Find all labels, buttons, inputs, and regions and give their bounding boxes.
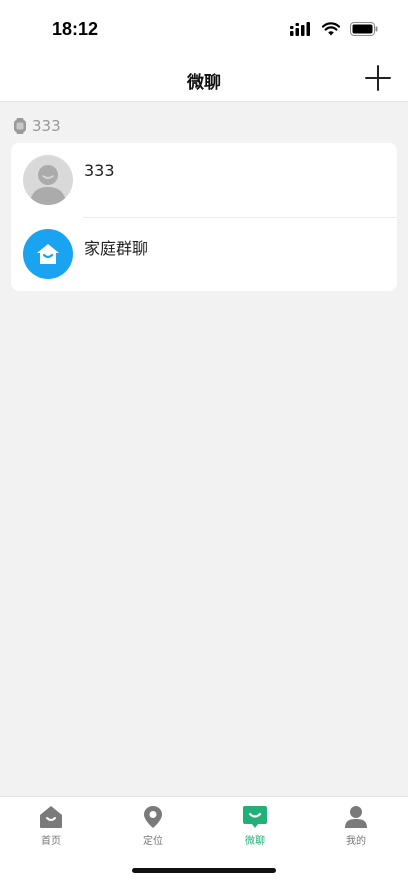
wifi-icon (322, 22, 340, 36)
chat-list: 333 家庭群聊 (11, 143, 397, 291)
device-name: 333 (32, 117, 61, 135)
home-indicator[interactable] (132, 868, 276, 873)
tab-label: 定位 (143, 836, 163, 847)
status-icons (290, 22, 378, 36)
device-header: 333 (14, 116, 61, 136)
nav-bar: 微聊 (0, 56, 408, 102)
chat-item-333[interactable]: 333 (11, 143, 397, 217)
tab-label: 微聊 (245, 836, 265, 847)
location-pin-icon (144, 806, 162, 828)
chat-name: 333 (84, 161, 115, 180)
plus-icon[interactable] (364, 64, 392, 92)
tab-label: 首页 (41, 836, 61, 847)
user-avatar (23, 155, 73, 205)
home-icon (40, 806, 62, 828)
watch-icon (14, 118, 26, 134)
chat-name: 家庭群聊 (84, 239, 149, 258)
cellular-signal-icon (290, 22, 310, 36)
family-home-icon (23, 229, 73, 279)
person-icon (345, 806, 367, 828)
chat-item-family-group[interactable]: 家庭群聊 (11, 217, 397, 291)
battery-icon (350, 22, 378, 36)
tab-home[interactable]: 首页 (21, 805, 81, 853)
chat-icon (243, 806, 267, 828)
page-title: 微聊 (187, 73, 221, 93)
tab-location[interactable]: 定位 (123, 805, 183, 853)
tab-chat[interactable]: 微聊 (225, 805, 285, 853)
tab-mine[interactable]: 我的 (326, 805, 386, 853)
status-time: 18:12 (52, 19, 99, 39)
user-avatar-icon (30, 165, 66, 205)
status-bar: 18:12 (0, 0, 408, 56)
tab-label: 我的 (346, 836, 366, 847)
